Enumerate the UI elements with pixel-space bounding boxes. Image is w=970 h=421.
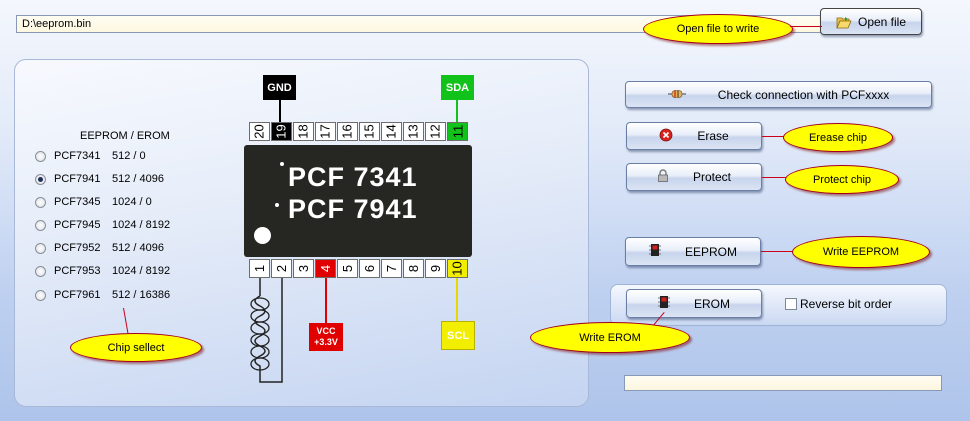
callout-write-eeprom: Write EEPROM bbox=[792, 236, 930, 268]
chip-option-name: PCF7945 bbox=[54, 219, 101, 231]
pin-20: 20 bbox=[249, 122, 270, 141]
chip-option-size: 1024 / 0 bbox=[112, 196, 152, 208]
pin-11: 11 bbox=[447, 122, 468, 141]
resistor-icon bbox=[667, 88, 686, 102]
erase-icon bbox=[659, 128, 673, 145]
chip-option[interactable]: PCF7953 1024 / 8192 bbox=[35, 265, 170, 277]
chip-icon bbox=[658, 295, 670, 312]
protect-button[interactable]: Protect bbox=[626, 163, 762, 191]
radio-button[interactable] bbox=[35, 265, 46, 277]
pin-8: 8 bbox=[403, 259, 424, 278]
pin-3: 3 bbox=[293, 259, 314, 278]
erom-label: EROM bbox=[694, 296, 730, 311]
eeprom-label: EEPROM bbox=[684, 244, 737, 259]
sda-wire bbox=[456, 100, 458, 122]
chip-option[interactable]: PCF7941 512 / 4096 bbox=[35, 173, 164, 185]
pin-15: 15 bbox=[359, 122, 380, 141]
chip-option-name: PCF7952 bbox=[54, 242, 101, 254]
gnd-label: GND bbox=[263, 75, 296, 100]
chip-option-name: PCF7345 bbox=[54, 196, 101, 208]
pin-4: 4 bbox=[315, 259, 336, 278]
chip-list-title: EEPROM / EROM bbox=[80, 130, 170, 142]
lock-icon bbox=[657, 169, 669, 185]
chip-option-size: 512 / 16386 bbox=[112, 289, 171, 301]
chip-option-name: PCF7941 bbox=[54, 173, 101, 185]
status-field bbox=[624, 375, 942, 391]
chip-option-size: 512 / 0 bbox=[112, 150, 146, 162]
chip-option[interactable]: PCF7961 512 / 16386 bbox=[35, 289, 170, 301]
pin-18: 18 bbox=[293, 122, 314, 141]
chip-option-name: PCF7961 bbox=[54, 289, 101, 301]
chip-option[interactable]: PCF7345 1024 / 0 bbox=[35, 196, 152, 208]
callout-erase: Erease chip bbox=[783, 123, 893, 152]
radio-button-selected[interactable] bbox=[35, 173, 46, 185]
pin-17: 17 bbox=[315, 122, 336, 141]
erase-label: Erase bbox=[697, 129, 729, 143]
chip-option-size: 512 / 4096 bbox=[112, 173, 164, 185]
chip-label-line1: PCF 7341 bbox=[288, 162, 418, 192]
chip-marker-dot bbox=[275, 203, 279, 207]
callout-line bbox=[790, 26, 822, 27]
pin-9: 9 bbox=[425, 259, 446, 278]
vcc-label: VCC +3.3V bbox=[309, 323, 343, 351]
callout-chip-select: Chip sellect bbox=[70, 333, 202, 362]
open-file-label: Open file bbox=[857, 14, 907, 29]
erom-button[interactable]: EROM bbox=[626, 289, 762, 318]
antenna-coil-icon bbox=[250, 278, 283, 383]
chip-option[interactable]: PCF7945 1024 / 8192 bbox=[35, 219, 170, 231]
pin-6: 6 bbox=[359, 259, 380, 278]
reverse-bit-order-checkbox[interactable] bbox=[785, 298, 797, 310]
gnd-wire bbox=[279, 100, 281, 122]
pin-14: 14 bbox=[381, 122, 402, 141]
chip-body: PCF 7341 PCF 7941 bbox=[244, 145, 472, 257]
pin-12: 12 bbox=[425, 122, 446, 141]
chip-option-size: 1024 / 8192 bbox=[112, 265, 171, 277]
callout-write-erom: Write EROM bbox=[530, 322, 690, 353]
check-connection-button[interactable]: Check connection with PCFxxxx bbox=[625, 81, 932, 108]
reverse-bit-order-label: Reverse bit order bbox=[800, 297, 893, 311]
erase-button[interactable]: Erase bbox=[626, 122, 762, 150]
pin-16: 16 bbox=[337, 122, 358, 141]
scl-wire bbox=[456, 278, 458, 322]
callout-open-file: Open file to write bbox=[643, 14, 793, 44]
chip-icon bbox=[648, 243, 661, 260]
protect-label: Protect bbox=[692, 170, 731, 184]
chip-option-name: PCF7341 bbox=[54, 150, 101, 162]
chip-marker-dot bbox=[280, 162, 284, 166]
chip-label-line2: PCF 7941 bbox=[288, 194, 418, 224]
scl-label: SCL bbox=[441, 321, 475, 350]
pin-13: 13 bbox=[403, 122, 424, 141]
radio-button[interactable] bbox=[35, 150, 46, 162]
pin-19: 19 bbox=[271, 122, 292, 141]
radio-button[interactable] bbox=[35, 196, 46, 208]
sda-label: SDA bbox=[441, 75, 474, 100]
radio-button[interactable] bbox=[35, 289, 46, 301]
callout-protect: Protect chip bbox=[785, 165, 899, 194]
open-file-button[interactable]: Open file bbox=[820, 8, 922, 35]
chip-option[interactable]: PCF7341 512 / 0 bbox=[35, 150, 146, 162]
chip-option-size: 1024 / 8192 bbox=[112, 219, 171, 231]
pin-7: 7 bbox=[381, 259, 402, 278]
eeprom-button[interactable]: EEPROM bbox=[625, 237, 761, 266]
chip-pin1-dot bbox=[254, 227, 271, 244]
callout-line bbox=[761, 251, 793, 252]
vcc-wire bbox=[325, 278, 327, 324]
radio-button[interactable] bbox=[35, 242, 46, 254]
chip-option[interactable]: PCF7952 512 / 4096 bbox=[35, 242, 164, 254]
check-connection-label: Check connection with PCFxxxx bbox=[717, 87, 890, 102]
chip-option-size: 512 / 4096 bbox=[112, 242, 164, 254]
pin-5: 5 bbox=[337, 259, 358, 278]
folder-open-icon bbox=[836, 16, 852, 28]
radio-button[interactable] bbox=[35, 219, 46, 231]
pin-10: 10 bbox=[447, 259, 468, 278]
chip-option-name: PCF7953 bbox=[54, 265, 101, 277]
